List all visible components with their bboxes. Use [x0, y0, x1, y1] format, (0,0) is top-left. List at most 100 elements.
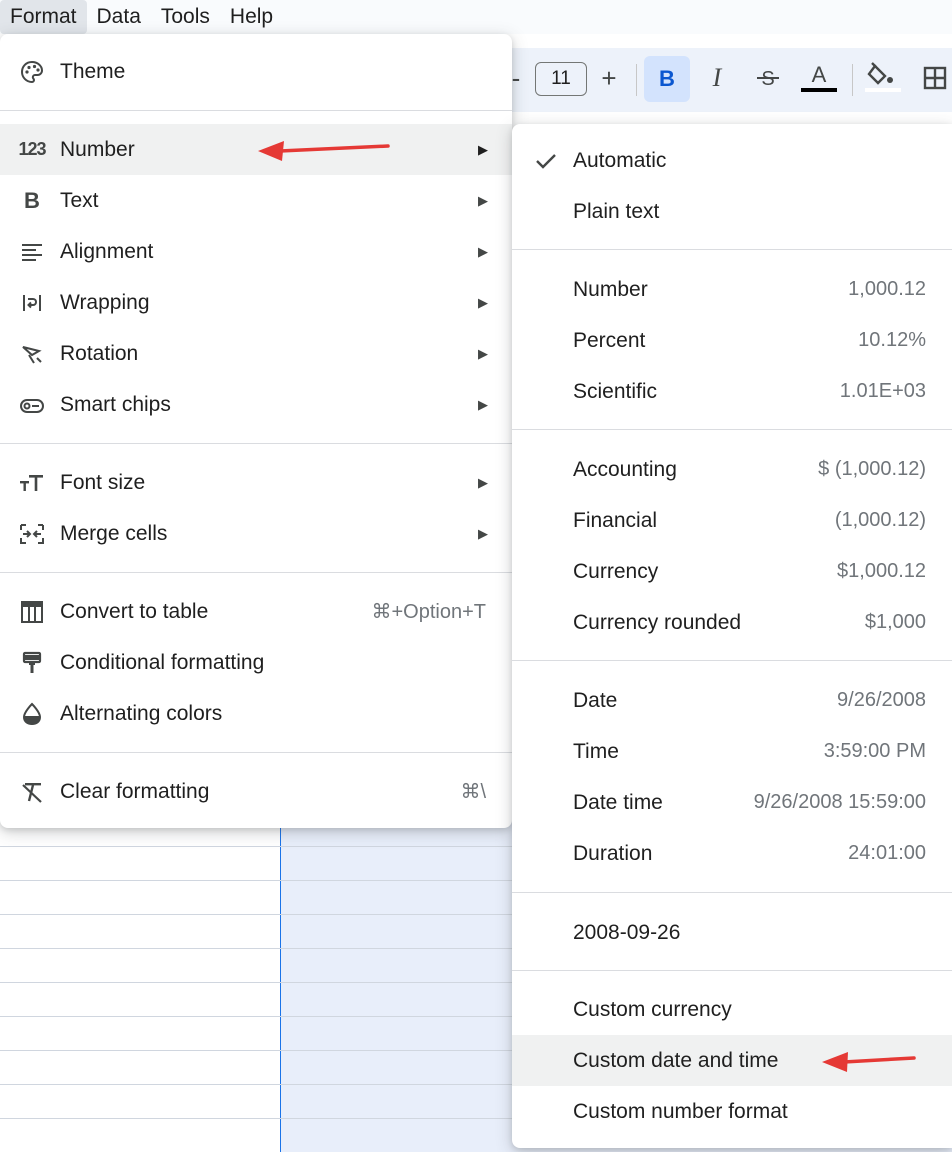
menu-item-clear-formatting[interactable]: Clear formatting ⌘\: [0, 766, 512, 817]
align-left-icon: [18, 238, 46, 266]
menu-item-label: Automatic: [573, 148, 667, 172]
menu-item-label: Convert to table: [60, 599, 209, 623]
menu-help[interactable]: Help: [220, 0, 283, 34]
menu-item-label: Alignment: [60, 239, 154, 263]
clear-formatting-icon: [18, 778, 46, 806]
menu-item-text[interactable]: B Text ▶: [0, 175, 512, 226]
menu-item-label: Smart chips: [60, 392, 171, 416]
menu-divider: [512, 660, 952, 661]
menu-divider: [0, 443, 512, 444]
menu-item-label: Number: [60, 137, 135, 161]
menu-item-scientific[interactable]: Scientific 1.01E+03: [512, 366, 952, 417]
annotation-arrow-icon: [258, 141, 390, 161]
menu-item-time[interactable]: Time 3:59:00 PM: [512, 726, 952, 777]
table-icon: [18, 598, 46, 626]
menu-item-rotation[interactable]: Rotation ▶: [0, 328, 512, 379]
merge-cells-icon: [18, 520, 46, 548]
menu-item-duration[interactable]: Duration 24:01:00: [512, 828, 952, 879]
menu-divider: [0, 110, 512, 111]
menu-item-font-size[interactable]: Font size ▶: [0, 457, 512, 508]
menu-item-conditional-formatting[interactable]: Conditional formatting: [0, 637, 512, 688]
menu-item-label: Text: [60, 188, 99, 212]
menu-item-alternating-colors[interactable]: Alternating colors: [0, 688, 512, 739]
format-preview: $1,000: [864, 611, 926, 633]
menu-item-number-format[interactable]: Number 1,000.12: [512, 264, 952, 315]
menu-item-custom-number-format[interactable]: Custom number format: [512, 1086, 952, 1137]
menu-item-theme[interactable]: Theme: [0, 46, 512, 97]
menu-item-iso-date[interactable]: 2008-09-26: [512, 907, 952, 958]
paint-roller-icon: [18, 649, 46, 677]
keyboard-shortcut: ⌘\: [460, 781, 486, 803]
menu-item-date[interactable]: Date 9/26/2008: [512, 675, 952, 726]
increase-font-size-button[interactable]: +: [594, 54, 624, 102]
menu-item-label: Duration: [573, 841, 653, 865]
menu-divider: [512, 249, 952, 250]
menu-item-alignment[interactable]: Alignment ▶: [0, 226, 512, 277]
text-rotation-icon: [18, 340, 46, 368]
menu-item-label: Number: [573, 277, 648, 301]
italic-button[interactable]: I: [700, 54, 734, 102]
menu-item-currency[interactable]: Currency $1,000.12: [512, 546, 952, 597]
menu-item-wrapping[interactable]: Wrapping ▶: [0, 277, 512, 328]
format-preview: 9/26/2008: [837, 689, 926, 711]
format-preview: $1,000.12: [837, 560, 926, 582]
menu-divider: [512, 429, 952, 430]
menu-data[interactable]: Data: [87, 0, 151, 34]
menu-item-smart-chips[interactable]: Smart chips ▶: [0, 379, 512, 430]
format-preview: 9/26/2008 15:59:00: [753, 791, 926, 813]
number-format-submenu: Automatic Plain text Number 1,000.12 Per…: [512, 124, 952, 1148]
menu-item-label: Date time: [573, 790, 663, 814]
menu-item-currency-rounded[interactable]: Currency rounded $1,000: [512, 597, 952, 648]
menu-format[interactable]: Format: [0, 0, 87, 34]
menu-item-label: Theme: [60, 59, 126, 83]
borders-icon: [923, 66, 947, 90]
menu-bar: Format Data Tools Help: [0, 0, 952, 34]
menu-item-label: Wrapping: [60, 290, 150, 314]
font-size-input[interactable]: 11: [535, 62, 587, 96]
water-drop-icon: [18, 700, 46, 728]
menu-item-label: Custom currency: [573, 997, 732, 1021]
menu-item-label: Scientific: [573, 379, 658, 403]
menu-item-custom-currency[interactable]: Custom currency: [512, 984, 952, 1035]
strikethrough-button[interactable]: S: [746, 54, 790, 102]
bold-button[interactable]: B: [644, 56, 690, 102]
menu-item-label: Currency rounded: [573, 610, 742, 634]
menu-item-merge-cells[interactable]: Merge cells ▶: [0, 508, 512, 559]
checkmark-icon: [536, 153, 556, 169]
format-preview: $ (1,000.12): [818, 458, 926, 480]
text-color-icon: A: [801, 62, 837, 92]
menu-item-convert-to-table[interactable]: Convert to table ⌘+Option+T: [0, 586, 512, 637]
menu-item-date-time[interactable]: Date time 9/26/2008 15:59:00: [512, 777, 952, 828]
submenu-arrow-icon: ▶: [478, 396, 488, 412]
menu-item-label: Date: [573, 688, 618, 712]
submenu-arrow-icon: ▶: [478, 525, 488, 541]
menu-tools[interactable]: Tools: [151, 0, 220, 34]
menu-item-plain-text[interactable]: Plain text: [512, 186, 952, 237]
paint-bucket-icon: [865, 62, 901, 92]
menu-divider: [0, 752, 512, 753]
strikethrough-icon: S: [757, 68, 779, 90]
menu-item-label: Plain text: [573, 199, 660, 223]
font-size-icon: [18, 469, 46, 497]
menu-item-accounting[interactable]: Accounting $ (1,000.12): [512, 444, 952, 495]
menu-item-label: Font size: [60, 470, 146, 494]
menu-item-percent[interactable]: Percent 10.12%: [512, 315, 952, 366]
format-preview: 1.01E+03: [839, 380, 926, 402]
menu-item-label: 2008-09-26: [573, 920, 681, 944]
menu-item-label: Alternating colors: [60, 701, 223, 725]
menu-item-label: Rotation: [60, 341, 139, 365]
menu-item-label: Custom date and time: [573, 1048, 779, 1072]
text-color-button[interactable]: A: [798, 54, 840, 102]
borders-button[interactable]: [918, 54, 952, 102]
menu-divider: [0, 572, 512, 573]
menu-item-financial[interactable]: Financial (1,000.12): [512, 495, 952, 546]
submenu-arrow-icon: ▶: [478, 141, 488, 157]
fill-color-button[interactable]: [862, 54, 904, 102]
format-preview: 10.12%: [858, 329, 926, 351]
toolbar-divider: [636, 64, 637, 96]
bold-icon: B: [24, 187, 40, 213]
menu-item-automatic[interactable]: Automatic: [512, 135, 952, 186]
menu-item-label: Accounting: [573, 457, 677, 481]
format-preview: 1,000.12: [848, 278, 926, 300]
wrap-text-icon: [18, 289, 46, 317]
